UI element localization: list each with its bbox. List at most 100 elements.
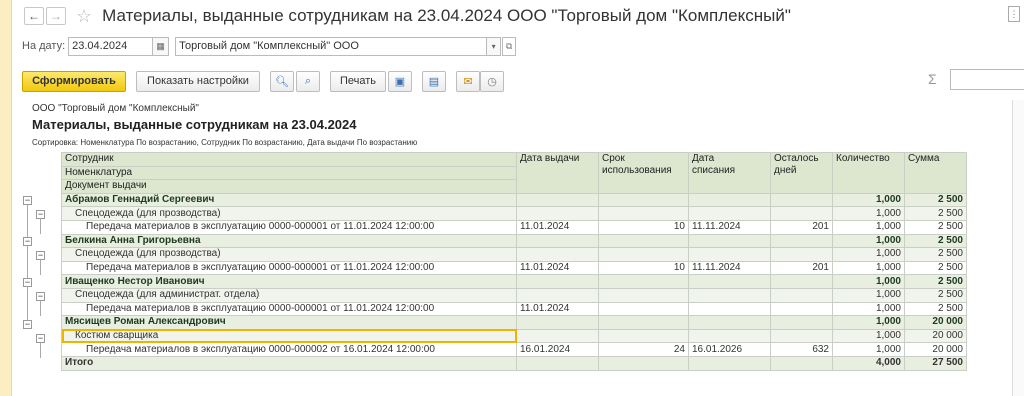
cell-name[interactable]: Спецодежда (для прозводства) bbox=[61, 247, 517, 262]
cell-issue-date[interactable] bbox=[516, 192, 599, 208]
cell-name[interactable]: Спецодежда (для администрат. отдела) bbox=[61, 287, 517, 303]
cell-sum[interactable]: 2 500 bbox=[904, 192, 967, 208]
cell-term[interactable] bbox=[598, 301, 689, 317]
employee-row[interactable]: Белкина Анна Григорьевна 1,000 2 500 bbox=[61, 233, 967, 249]
cell-quantity[interactable]: 1,000 bbox=[832, 328, 905, 344]
document-row[interactable]: Передача материалов в эксплуатацию 0000-… bbox=[61, 260, 967, 276]
cell-issue-date[interactable] bbox=[516, 315, 599, 330]
collapse-icon[interactable]: − bbox=[23, 196, 32, 205]
document-row[interactable]: Передача материалов в эксплуатацию 0000-… bbox=[61, 301, 967, 317]
cell-term[interactable]: 24 bbox=[598, 342, 689, 357]
print-button[interactable]: Печать bbox=[330, 70, 386, 92]
header-employee[interactable]: Сотрудник bbox=[61, 152, 517, 167]
cell-sum[interactable]: 2 500 bbox=[904, 219, 967, 235]
cell-issue-date[interactable]: 11.01.2024 bbox=[516, 260, 599, 276]
cell-writeoff-date[interactable]: 16.01.2026 bbox=[688, 342, 771, 357]
cell-days-left[interactable] bbox=[770, 301, 833, 317]
collapse-icon[interactable]: − bbox=[23, 278, 32, 287]
cell-name[interactable]: Передача материалов в эксплуатацию 0000-… bbox=[61, 260, 517, 276]
email-button[interactable]: ✉ bbox=[456, 70, 480, 92]
cell-term[interactable] bbox=[598, 247, 689, 262]
cell-days-left[interactable] bbox=[770, 287, 833, 303]
cell-sum[interactable]: 2 500 bbox=[904, 260, 967, 276]
collapse-icon[interactable]: − bbox=[23, 237, 32, 246]
cell-writeoff-date[interactable] bbox=[688, 301, 771, 317]
sum-field[interactable] bbox=[950, 69, 1024, 90]
cell-writeoff-date[interactable]: 11.11.2024 bbox=[688, 260, 771, 276]
cell-issue-date[interactable] bbox=[516, 287, 599, 303]
document-row[interactable]: Передача материалов в эксплуатацию 0000-… bbox=[61, 219, 967, 235]
nomenclature-row[interactable]: Спецодежда (для администрат. отдела) 1,00… bbox=[61, 287, 967, 303]
cell-quantity[interactable]: 1,000 bbox=[832, 315, 905, 330]
document-row[interactable]: Передача материалов в эксплуатацию 0000-… bbox=[61, 342, 967, 357]
cell-writeoff-date[interactable] bbox=[688, 192, 771, 208]
cell-quantity[interactable]: 1,000 bbox=[832, 219, 905, 235]
collapse-icon[interactable]: − bbox=[23, 320, 32, 329]
date-field[interactable]: 23.04.2024 bbox=[68, 36, 154, 56]
cell-days-left[interactable] bbox=[770, 192, 833, 208]
more-icon[interactable]: ⋮ bbox=[1008, 6, 1020, 22]
cell-term[interactable] bbox=[598, 192, 689, 208]
cell-quantity[interactable]: 1,000 bbox=[832, 274, 905, 289]
cell-name[interactable]: Передача материалов в эксплуатацию 0000-… bbox=[61, 219, 517, 235]
cell-days-left[interactable] bbox=[770, 274, 833, 289]
employee-row[interactable]: Иващенко Нестор Иванович 1,000 2 500 bbox=[61, 274, 967, 289]
cell-writeoff-date[interactable] bbox=[688, 287, 771, 303]
save-button[interactable]: ▤ bbox=[422, 70, 446, 92]
cell-writeoff-date[interactable] bbox=[688, 274, 771, 289]
show-settings-button[interactable]: Показать настройки bbox=[136, 70, 260, 92]
cell-writeoff-date[interactable] bbox=[688, 206, 771, 221]
search-clear-button[interactable]: ⌕ bbox=[296, 70, 320, 92]
header-sum[interactable]: Сумма bbox=[904, 152, 967, 194]
calendar-icon[interactable]: ▦ bbox=[153, 36, 170, 56]
generate-button[interactable]: Сформировать bbox=[22, 70, 126, 92]
cell-sum[interactable]: 2 500 bbox=[904, 301, 967, 317]
cell-writeoff-date[interactable] bbox=[688, 233, 771, 249]
search-button[interactable]: 🔍︎ bbox=[270, 70, 294, 92]
cell-days-left[interactable] bbox=[770, 247, 833, 262]
header-days-left[interactable]: Осталось дней bbox=[770, 152, 833, 194]
organization-field[interactable]: Торговый дом "Комплексный" ООО bbox=[175, 36, 488, 56]
cell-term[interactable]: 10 bbox=[598, 219, 689, 235]
schedule-button[interactable]: ◷ bbox=[480, 70, 504, 92]
employee-row[interactable]: Мясищев Роман Александрович 1,000 20 000 bbox=[61, 315, 967, 330]
cell-issue-date[interactable]: 16.01.2024 bbox=[516, 342, 599, 357]
cell-term[interactable] bbox=[598, 328, 689, 344]
cell-term[interactable] bbox=[598, 233, 689, 249]
cell-name[interactable]: Иващенко Нестор Иванович bbox=[61, 274, 517, 289]
cell-quantity[interactable]: 1,000 bbox=[832, 206, 905, 221]
cell-quantity[interactable]: 1,000 bbox=[832, 233, 905, 249]
header-writeoff-date[interactable]: Дата списания bbox=[688, 152, 771, 194]
open-icon[interactable]: ⧉ bbox=[502, 36, 517, 56]
cell-name[interactable]: Передача материалов в эксплуатацию 0000-… bbox=[61, 301, 517, 317]
cell-issue-date[interactable] bbox=[516, 233, 599, 249]
cell-quantity[interactable]: 1,000 bbox=[832, 260, 905, 276]
cell-issue-date[interactable]: 11.01.2024 bbox=[516, 301, 599, 317]
cell-days-left[interactable]: 201 bbox=[770, 219, 833, 235]
cell-quantity[interactable]: 1,000 bbox=[832, 287, 905, 303]
header-issue-date[interactable]: Дата выдачи bbox=[516, 152, 599, 194]
cell-term[interactable]: 10 bbox=[598, 260, 689, 276]
cell-sum[interactable]: 2 500 bbox=[904, 233, 967, 249]
total-row[interactable]: Итого 4,000 27 500 bbox=[61, 355, 967, 371]
cell-issue-date[interactable] bbox=[516, 206, 599, 221]
cell-sum[interactable]: 20 000 bbox=[904, 328, 967, 344]
cell-days-left[interactable]: 632 bbox=[770, 342, 833, 357]
cell-quantity[interactable]: 1,000 bbox=[832, 301, 905, 317]
nomenclature-row[interactable]: Костюм сварщика 1,000 20 000 bbox=[61, 328, 967, 344]
nomenclature-row[interactable]: Спецодежда (для прозводства) 1,000 2 500 bbox=[61, 247, 967, 262]
cell-name[interactable]: Костюм сварщика bbox=[61, 328, 517, 344]
cell-days-left[interactable] bbox=[770, 315, 833, 330]
cell-writeoff-date[interactable] bbox=[688, 247, 771, 262]
collapse-icon[interactable]: − bbox=[36, 292, 45, 301]
header-term[interactable]: Срок использования bbox=[598, 152, 689, 194]
favorite-star-icon[interactable]: ☆ bbox=[76, 7, 92, 25]
cell-issue-date[interactable] bbox=[516, 328, 599, 344]
cell-days-left[interactable] bbox=[770, 328, 833, 344]
cell-sum[interactable]: 2 500 bbox=[904, 247, 967, 262]
dropdown-icon[interactable]: ▾ bbox=[487, 36, 502, 56]
cell-writeoff-date[interactable] bbox=[688, 328, 771, 344]
forward-button[interactable]: → bbox=[46, 7, 66, 25]
cell-issue-date[interactable] bbox=[516, 274, 599, 289]
cell-term[interactable] bbox=[598, 287, 689, 303]
